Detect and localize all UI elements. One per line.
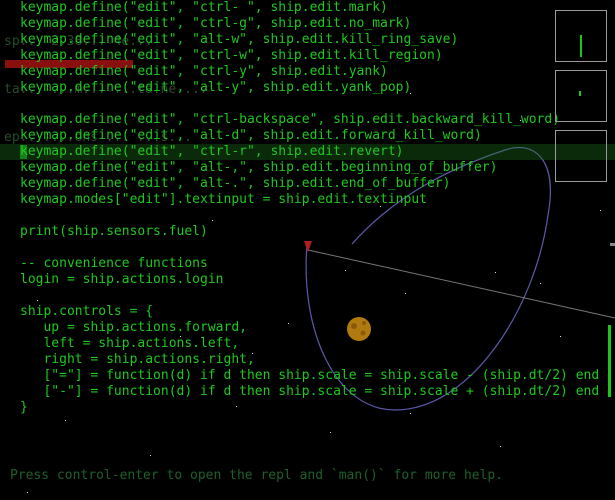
code-line[interactable]: keymap.define("edit", "alt-,", ship.edit… xyxy=(20,160,497,176)
scanner-panel-1 xyxy=(555,10,607,62)
scanner-panel-2 xyxy=(555,70,607,122)
code-line[interactable]: keymap.define("edit", "alt-w", ship.edit… xyxy=(20,32,458,48)
code-line[interactable]: right = ship.actions.right, xyxy=(20,352,254,368)
code-line[interactable]: keymap.define("edit", "ctrl-y", ship.edi… xyxy=(20,64,388,80)
code-editor[interactable]: keymap.define("edit", "ctrl- ", ship.edi… xyxy=(0,0,615,420)
scanner-blip xyxy=(580,35,582,57)
code-line-current[interactable]: keymap.define("edit", "ctrl-r", ship.edi… xyxy=(20,144,404,160)
scanner-blip xyxy=(579,91,581,96)
thrust-meter xyxy=(608,325,611,397)
star xyxy=(65,420,66,421)
star xyxy=(330,432,331,433)
code-line[interactable]: print(ship.sensors.fuel) xyxy=(20,224,208,240)
code-line[interactable]: ["-"] = function(d) if d then ship.scale… xyxy=(20,384,599,400)
code-line[interactable]: left = ship.actions.left, xyxy=(20,336,239,352)
code-line[interactable]: ship.controls = { xyxy=(20,304,153,320)
code-line[interactable]: -- convenience functions xyxy=(20,256,208,272)
code-line[interactable]: } xyxy=(20,400,28,416)
code-line[interactable]: keymap.define("edit", "ctrl-w", ship.edi… xyxy=(20,48,443,64)
star xyxy=(27,492,28,493)
code-line[interactable]: keymap.define("edit", "ctrl- ", ship.edi… xyxy=(20,0,388,16)
star xyxy=(500,446,501,447)
code-line[interactable]: keymap.define("edit", "ctrl-backspace", … xyxy=(20,112,560,128)
code-line[interactable]: keymap.modes["edit"].textinput = ship.ed… xyxy=(20,192,427,208)
code-line[interactable]: keymap.define("edit", "ctrl-g", ship.edi… xyxy=(20,16,411,32)
star xyxy=(150,455,151,456)
code-line[interactable]: keymap.define("edit", "alt-y", ship.edit… xyxy=(20,80,411,96)
code-line[interactable]: ["="] = function(d) if d then ship.scale… xyxy=(20,368,599,384)
help-hint: Press control-enter to open the repl and… xyxy=(10,468,504,483)
code-line[interactable]: keymap.define("edit", "alt-d", ship.edit… xyxy=(20,128,482,144)
code-line[interactable]: login = ship.actions.login xyxy=(20,272,224,288)
code-line[interactable]: keymap.define("edit", "alt-.", ship.edit… xyxy=(20,176,450,192)
scanner-panel-3 xyxy=(555,130,607,182)
code-line[interactable]: up = ship.actions.forward, xyxy=(20,320,247,336)
